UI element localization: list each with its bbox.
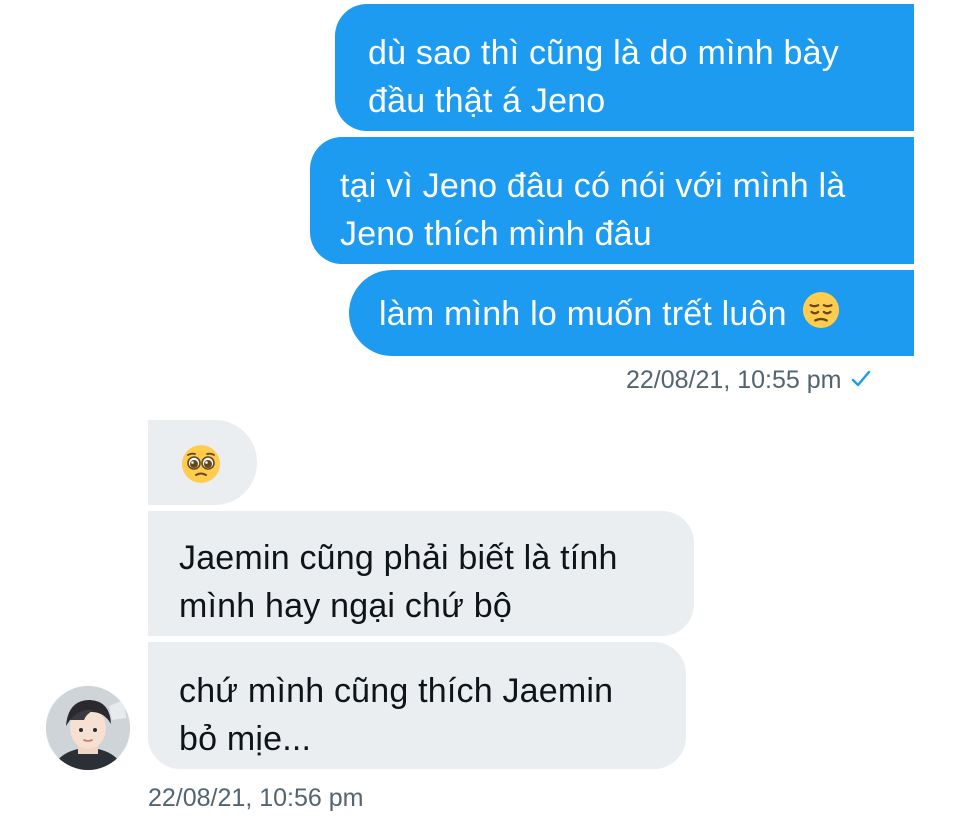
message-text-line: dù sao thì cũng là do mình bày <box>368 34 839 72</box>
message-text: làm mình lo muốn trết luôn <box>379 295 787 333</box>
pensive-face-emoji <box>802 291 840 342</box>
sent-message-1[interactable]: dù sao thì cũng là do mình bày đầu thật … <box>335 4 914 131</box>
received-message-3[interactable]: chứ mình cũng thích Jaemin bỏ mịe... <box>148 642 686 769</box>
sent-timestamp: 22/08/21, 10:55 pm <box>626 366 871 395</box>
checkmark-icon <box>851 366 871 395</box>
message-text-line: đầu thật á Jeno <box>368 82 606 120</box>
message-text-line: Jeno thích mình đâu <box>340 215 652 253</box>
message-text-line: chứ mình cũng thích Jaemin <box>179 672 614 710</box>
received-message-2[interactable]: Jaemin cũng phải biết là tính mình hay n… <box>148 511 694 636</box>
user-avatar[interactable] <box>46 686 130 770</box>
pleading-face-emoji <box>181 444 221 497</box>
sent-message-3[interactable]: làm mình lo muốn trết luôn <box>349 270 914 356</box>
message-text-line: Jaemin cũng phải biết là tính <box>179 539 618 577</box>
message-text-line: mình hay ngại chứ bộ <box>179 587 512 625</box>
sent-message-2[interactable]: tại vì Jeno đâu có nói với mình là Jeno … <box>310 137 914 264</box>
received-message-emoji[interactable] <box>148 420 257 505</box>
message-text-line: tại vì Jeno đâu có nói với mình là <box>340 167 846 205</box>
received-timestamp: 22/08/21, 10:56 pm <box>148 784 364 812</box>
message-text-line: bỏ mịe... <box>179 720 312 758</box>
